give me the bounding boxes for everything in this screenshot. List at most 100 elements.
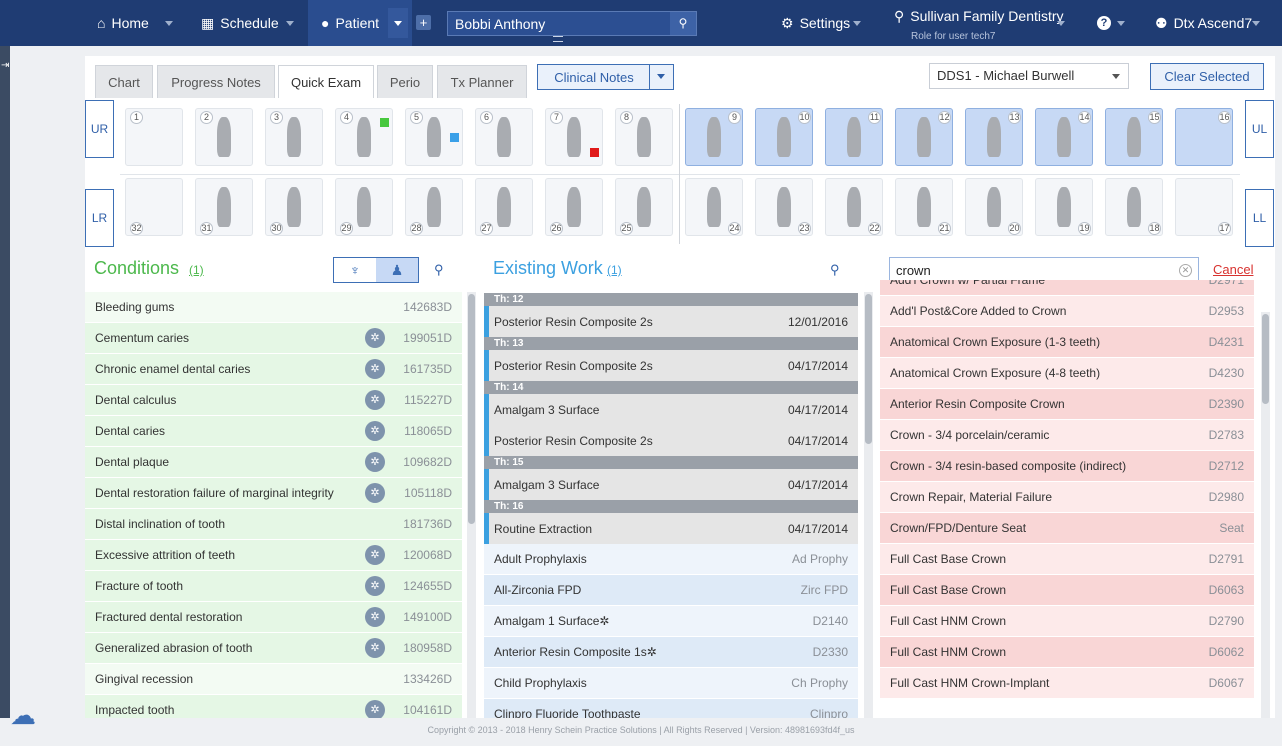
existing-work-count[interactable]: (1) [607, 263, 622, 277]
search-result-row[interactable]: Crown/FPD/Denture Seat Seat [880, 513, 1254, 544]
condition-row[interactable]: Fractured dental restoration ✲ 149100D [85, 602, 462, 633]
tooth-8[interactable]: 8 [615, 108, 673, 166]
tooth-5[interactable]: 5 [405, 108, 463, 166]
tooth-27[interactable]: 27 [475, 178, 533, 236]
tooth-23[interactable]: 23 [755, 178, 813, 236]
tooth-2[interactable]: 2 [195, 108, 253, 166]
side-collapse-strip[interactable]: ⇥ [0, 46, 10, 718]
patient-lookup-icon[interactable]: ⚲ [670, 12, 696, 35]
help-caret-icon[interactable] [1117, 21, 1125, 26]
drag-handle-icon[interactable] [553, 36, 563, 42]
schedule-caret-icon[interactable] [286, 21, 294, 26]
search-result-row[interactable]: Add'l Crown w/ Partial Frame D2971 [880, 280, 1254, 296]
surface-selector-icon[interactable]: ✲ [365, 545, 385, 565]
procedure-row[interactable]: All-Zirconia FPD Zirc FPD [484, 575, 858, 606]
existing-work-row[interactable]: Posterior Resin Composite 2s 04/17/2014 [484, 425, 858, 456]
quadrant-ur-button[interactable]: UR [85, 100, 114, 158]
existing-work-row[interactable]: Posterior Resin Composite 2s 04/17/2014 [484, 350, 858, 381]
surface-selector-icon[interactable]: ✲ [365, 421, 385, 441]
expand-icon[interactable]: ⇥ [1, 60, 9, 71]
tab-quick-exam[interactable]: Quick Exam [278, 65, 374, 98]
surface-selector-icon[interactable]: ✲ [365, 700, 385, 718]
condition-row[interactable]: Gingival recession 133426D [85, 664, 462, 695]
procedure-row[interactable]: Anterior Resin Composite 1s ✲ D2330 [484, 637, 858, 668]
condition-row[interactable]: Excessive attrition of teeth ✲ 120068D [85, 540, 462, 571]
surface-selector-icon[interactable]: ✲ [365, 607, 385, 627]
existing-work-row[interactable]: Amalgam 3 Surface 04/17/2014 [484, 469, 858, 500]
single-tooth-view-icon[interactable]: ♟ [376, 258, 418, 282]
conditions-search-icon[interactable]: ⚲ [434, 262, 444, 278]
tooth-21[interactable]: 21 [895, 178, 953, 236]
tooth-10[interactable]: 10 [755, 108, 813, 166]
surface-selector-icon[interactable]: ✲ [365, 359, 385, 379]
search-result-row[interactable]: Full Cast Base Crown D2791 [880, 544, 1254, 575]
tooth-22[interactable]: 22 [825, 178, 883, 236]
condition-row[interactable]: Impacted tooth ✲ 104161D [85, 695, 462, 718]
surface-selector-icon[interactable]: ✲ [365, 452, 385, 472]
tooth-14[interactable]: 14 [1035, 108, 1093, 166]
tooth-1[interactable]: 1 [125, 108, 183, 166]
tooth-12[interactable]: 12 [895, 108, 953, 166]
condition-row[interactable]: Dental restoration failure of marginal i… [85, 478, 462, 509]
procedure-search-input[interactable] [890, 258, 1175, 282]
condition-row[interactable]: Cementum caries ✲ 199051D [85, 323, 462, 354]
patient-nav-item[interactable]: ● Patient [321, 0, 379, 46]
search-result-row[interactable]: Anterior Resin Composite Crown D2390 [880, 389, 1254, 420]
home-caret-icon[interactable] [165, 21, 173, 26]
surface-selector-icon[interactable]: ✲ [647, 645, 657, 659]
search-result-row[interactable]: Full Cast HNM Crown D6062 [880, 637, 1254, 668]
cancel-search-link[interactable]: Cancel [1213, 262, 1253, 277]
tooth-3[interactable]: 3 [265, 108, 323, 166]
condition-row[interactable]: Fracture of tooth ✲ 124655D [85, 571, 462, 602]
tooth-29[interactable]: 29 [335, 178, 393, 236]
tooth-6[interactable]: 6 [475, 108, 533, 166]
search-result-row[interactable]: Full Cast HNM Crown-Implant D6067 [880, 668, 1254, 699]
tooth-15[interactable]: 15 [1105, 108, 1163, 166]
search-result-row[interactable]: Crown - 3/4 porcelain/ceramic D2783 [880, 420, 1254, 451]
search-result-row[interactable]: Full Cast HNM Crown D2790 [880, 606, 1254, 637]
molar-view-icon[interactable]: ♆ [334, 258, 376, 282]
clinical-notes-dropdown[interactable] [649, 65, 673, 89]
quadrant-ul-button[interactable]: UL [1245, 100, 1274, 158]
tooth-13[interactable]: 13 [965, 108, 1023, 166]
condition-row[interactable]: Chronic enamel dental caries ✲ 161735D [85, 354, 462, 385]
clinical-notes-button[interactable]: Clinical Notes [537, 64, 674, 90]
tooth-18[interactable]: 18 [1105, 178, 1163, 236]
search-result-row[interactable]: Anatomical Crown Exposure (4-8 teeth) D42… [880, 358, 1254, 389]
surface-selector-icon[interactable]: ✲ [365, 638, 385, 658]
provider-select[interactable]: DDS1 - Michael Burwell [929, 63, 1129, 89]
condition-row[interactable]: Bleeding gums 142683D [85, 292, 462, 323]
condition-row[interactable]: Dental calculus ✲ 115227D [85, 385, 462, 416]
procedure-row[interactable]: Amalgam 1 Surface ✲ D2140 [484, 606, 858, 637]
patient-search-input[interactable] [448, 12, 670, 35]
procedure-scrollbar[interactable] [1261, 312, 1270, 718]
existing-work-search-icon[interactable]: ⚲ [830, 262, 840, 278]
quadrant-lr-button[interactable]: LR [85, 189, 114, 247]
tooth-9[interactable]: 9 [685, 108, 743, 166]
condition-row[interactable]: Dental caries ✲ 118065D [85, 416, 462, 447]
procedure-row[interactable]: Clinpro Fluoride Toothpaste Clinpro [484, 699, 858, 718]
tab-progress-notes[interactable]: Progress Notes [157, 65, 275, 98]
tooth-24[interactable]: 24 [685, 178, 743, 236]
home-nav[interactable]: ⌂ Home [97, 0, 149, 46]
search-result-row[interactable]: Add'l Post&Core Added to Crown D2953 [880, 296, 1254, 327]
search-result-row[interactable]: Crown Repair, Material Failure D2980 [880, 482, 1254, 513]
tooth-31[interactable]: 31 [195, 178, 253, 236]
user-nav[interactable]: ⚉ Dtx Ascend7 [1155, 0, 1252, 46]
clear-selected-button[interactable]: Clear Selected [1150, 63, 1264, 90]
existing-work-row[interactable]: Amalgam 3 Surface 04/17/2014 [484, 394, 858, 425]
quadrant-ll-button[interactable]: LL [1245, 189, 1274, 247]
conditions-scroll-thumb[interactable] [468, 294, 475, 524]
search-result-row[interactable]: Full Cast Base Crown D6063 [880, 575, 1254, 606]
conditions-count[interactable]: (1) [189, 263, 204, 277]
tab-tx-planner[interactable]: Tx Planner [437, 65, 527, 98]
existing-work-row[interactable]: Routine Extraction 04/17/2014 [484, 513, 858, 544]
surface-selector-icon[interactable]: ✲ [365, 576, 385, 596]
tooth-7[interactable]: 7 [545, 108, 603, 166]
tooth-26[interactable]: 26 [545, 178, 603, 236]
user-caret-icon[interactable] [1252, 21, 1260, 26]
tooth-4[interactable]: 4 [335, 108, 393, 166]
existing-work-scrollbar[interactable] [864, 292, 873, 718]
tooth-16[interactable]: 16 [1175, 108, 1233, 166]
tab-perio[interactable]: Perio [377, 65, 433, 98]
